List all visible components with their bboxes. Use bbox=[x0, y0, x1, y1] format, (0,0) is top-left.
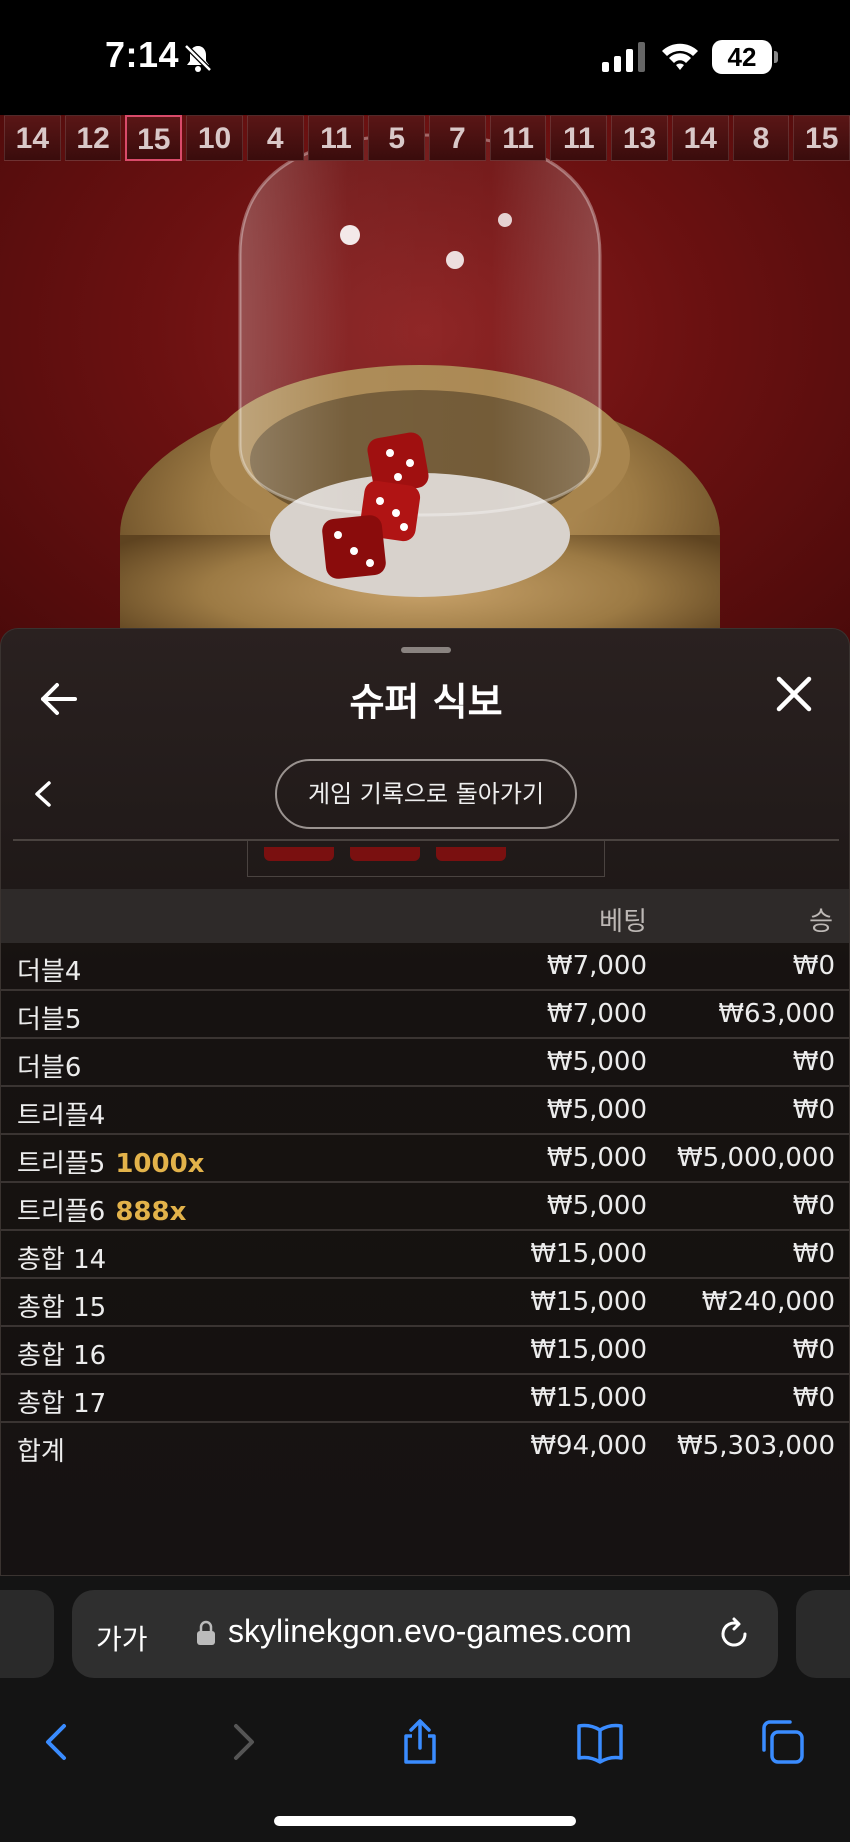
table-row: 트리플6 888x ₩5,000 ₩0 bbox=[1, 1183, 849, 1231]
total-row: 합계 ₩94,000 ₩5,303,000 bbox=[1, 1423, 849, 1471]
table-row: 총합 14 ₩15,000 ₩0 bbox=[1, 1231, 849, 1279]
table-row: 총합 17 ₩15,000 ₩0 bbox=[1, 1375, 849, 1423]
bet-label: 총합 14 bbox=[17, 1245, 107, 1275]
bet-amount: ₩7,000 bbox=[546, 951, 647, 981]
history-cell: 5 bbox=[368, 115, 426, 161]
win-amount: ₩0 bbox=[792, 951, 835, 981]
history-cell: 10 bbox=[186, 115, 243, 161]
clock: 7:14 bbox=[105, 34, 180, 75]
table-row: 총합 15 ₩15,000 ₩240,000 bbox=[1, 1279, 849, 1327]
win-amount: ₩240,000 bbox=[701, 1287, 835, 1317]
total-label: 합계 bbox=[17, 1437, 65, 1467]
url-text: skylinekgon.evo-games.com bbox=[228, 1613, 632, 1649]
table-row: 트리플5 1000x ₩5,000 ₩5,000,000 bbox=[1, 1135, 849, 1183]
table-row: 더블5 ₩7,000 ₩63,000 bbox=[1, 991, 849, 1039]
close-icon[interactable] bbox=[775, 675, 813, 713]
multiplier-badge: 1000x bbox=[115, 1149, 205, 1179]
cellular-signal-icon bbox=[602, 42, 645, 72]
total-win: ₩5,303,000 bbox=[676, 1431, 835, 1461]
back-to-history-button[interactable]: 게임 기록으로 돌아가기 bbox=[275, 759, 577, 829]
share-icon[interactable] bbox=[396, 1718, 444, 1766]
win-amount: ₩0 bbox=[792, 1383, 835, 1413]
win-amount: ₩5,000,000 bbox=[676, 1143, 835, 1173]
history-cell: 14 bbox=[671, 115, 729, 161]
bet-amount: ₩15,000 bbox=[530, 1239, 647, 1269]
history-cell: 4 bbox=[246, 115, 304, 161]
dice-result-preview bbox=[247, 841, 605, 877]
win-amount: ₩63,000 bbox=[718, 999, 835, 1029]
bet-label: 트리플6 bbox=[17, 1197, 106, 1227]
win-amount: ₩0 bbox=[792, 1095, 835, 1125]
history-cell-current: 15 bbox=[125, 115, 183, 161]
bets-table: 베팅 승 더블4 ₩7,000 ₩0 더블5 ₩7,000 ₩63,000 더블… bbox=[1, 889, 849, 1471]
table-row: 총합 16 ₩15,000 ₩0 bbox=[1, 1327, 849, 1375]
bet-label: 총합 15 bbox=[17, 1293, 107, 1323]
bet-amount: ₩5,000 bbox=[546, 1143, 647, 1173]
bet-amount: ₩5,000 bbox=[546, 1095, 647, 1125]
page-title: 슈퍼 식보 bbox=[349, 680, 503, 724]
bet-label: 총합 16 bbox=[17, 1341, 107, 1371]
forward-chevron-icon[interactable] bbox=[218, 1718, 266, 1766]
multiplier-badge: 888x bbox=[115, 1197, 187, 1227]
bet-label: 트리플4 bbox=[17, 1101, 106, 1131]
bet-label: 총합 17 bbox=[17, 1389, 107, 1419]
win-amount: ₩0 bbox=[792, 1047, 835, 1077]
history-cell: 13 bbox=[611, 115, 668, 161]
column-header-bet: 베팅 bbox=[599, 907, 647, 937]
bet-label: 더블5 bbox=[17, 1005, 82, 1035]
history-cell: 11 bbox=[307, 115, 365, 161]
reload-icon[interactable] bbox=[716, 1616, 752, 1652]
wifi-icon bbox=[662, 43, 698, 70]
browser-chrome: 가가 skylinekgon.evo-games.com bbox=[0, 1576, 850, 1842]
browser-toolbar bbox=[0, 1708, 850, 1780]
bookmarks-icon[interactable] bbox=[576, 1718, 624, 1766]
chevron-left-icon[interactable] bbox=[31, 777, 55, 811]
bet-amount: ₩5,000 bbox=[546, 1191, 647, 1221]
bet-amount: ₩15,000 bbox=[530, 1335, 647, 1365]
bet-amount: ₩7,000 bbox=[546, 999, 647, 1029]
table-row: 더블4 ₩7,000 ₩0 bbox=[1, 943, 849, 991]
game-detail-sheet: 슈퍼 식보 게임 기록으로 돌아가기 베팅 승 더블4 ₩7,000 ₩0 더블… bbox=[0, 628, 850, 1576]
home-indicator[interactable] bbox=[274, 1816, 576, 1826]
table-row: 트리플4 ₩5,000 ₩0 bbox=[1, 1087, 849, 1135]
address-bar[interactable]: 가가 skylinekgon.evo-games.com bbox=[72, 1590, 778, 1678]
win-amount: ₩0 bbox=[792, 1191, 835, 1221]
table-row: 더블6 ₩5,000 ₩0 bbox=[1, 1039, 849, 1087]
battery-level: 42 bbox=[712, 40, 772, 74]
battery-indicator: 42 bbox=[712, 40, 778, 74]
status-bar: 7:14 42 bbox=[0, 0, 850, 115]
history-cell: 15 bbox=[793, 115, 850, 161]
game-video: 14 12 15 10 4 11 5 7 11 11 13 14 8 15 bbox=[0, 115, 850, 655]
bet-label: 더블6 bbox=[17, 1053, 82, 1083]
bet-label: 트리플5 bbox=[17, 1149, 106, 1179]
bet-amount: ₩15,000 bbox=[530, 1287, 647, 1317]
previous-tab-peek[interactable] bbox=[0, 1590, 54, 1678]
history-cell: 8 bbox=[732, 115, 790, 161]
sheet-grabber[interactable] bbox=[401, 647, 451, 653]
history-cell: 7 bbox=[429, 115, 486, 161]
reader-aa-button[interactable]: 가가 bbox=[96, 1618, 148, 1658]
win-amount: ₩0 bbox=[792, 1335, 835, 1365]
total-bet: ₩94,000 bbox=[530, 1431, 647, 1461]
history-cell: 11 bbox=[550, 115, 608, 161]
back-chevron-icon[interactable] bbox=[34, 1718, 82, 1766]
bet-label: 더블4 bbox=[17, 957, 82, 987]
bell-slash-icon bbox=[184, 44, 212, 72]
lock-icon bbox=[197, 1620, 215, 1645]
tabs-icon[interactable] bbox=[758, 1718, 806, 1766]
table-header: 베팅 승 bbox=[1, 889, 849, 943]
column-header-win: 승 bbox=[809, 907, 833, 937]
win-amount: ₩0 bbox=[792, 1239, 835, 1269]
result-history-strip: 14 12 15 10 4 11 5 7 11 11 13 14 8 15 bbox=[0, 115, 850, 165]
history-cell: 11 bbox=[489, 115, 547, 161]
dice-shaker-image bbox=[120, 133, 720, 655]
history-cell: 12 bbox=[64, 115, 122, 161]
next-tab-peek[interactable] bbox=[796, 1590, 850, 1678]
bet-amount: ₩5,000 bbox=[546, 1047, 647, 1077]
history-cell: 14 bbox=[4, 115, 61, 161]
bet-amount: ₩15,000 bbox=[530, 1383, 647, 1413]
